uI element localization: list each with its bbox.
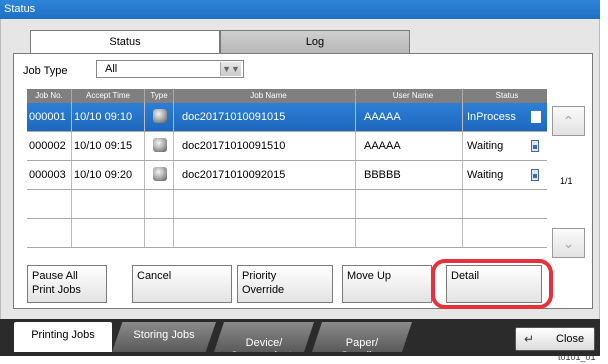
cell-empty <box>72 190 145 218</box>
header-user-name: User Name <box>356 89 463 103</box>
document-icon <box>531 140 539 152</box>
table-header: Job No. Accept Time Type Job Name User N… <box>27 89 547 103</box>
cell-accept-time: 10/10 09:10 <box>72 103 145 131</box>
printer-icon <box>153 109 167 123</box>
cancel-button[interactable]: Cancel <box>132 265 232 303</box>
figure-caption: t0101_01 <box>558 352 596 362</box>
tab-storing-jobs[interactable]: Storing Jobs <box>112 322 216 352</box>
cell-empty <box>72 219 145 247</box>
table-row[interactable]: 000001 10/10 09:10 doc20171010091015 AAA… <box>27 103 547 132</box>
cell-accept-time: 10/10 09:20 <box>72 161 145 189</box>
status-text: Waiting <box>467 169 504 181</box>
table-row-empty <box>27 219 547 248</box>
job-type-select[interactable]: All ▼▼ <box>96 60 244 78</box>
status-detail-icon <box>531 111 541 123</box>
cell-job-name: doc20171010091510 <box>174 132 356 160</box>
paper-label: Paper/ Supplies <box>340 337 384 362</box>
tab-log[interactable]: Log <box>220 30 410 54</box>
cell-user-name: AAAAA <box>356 103 463 131</box>
cell-job-name: doc20171010092015 <box>174 161 356 189</box>
storing-jobs-label: Storing Jobs <box>133 329 195 341</box>
cell-empty <box>356 219 463 247</box>
header-accept-time: Accept Time <box>72 89 145 103</box>
cell-empty <box>145 190 174 218</box>
move-up-label: Move Up <box>347 270 392 282</box>
cell-status: Waiting <box>463 161 547 189</box>
cell-status: InProcess <box>463 103 547 131</box>
cell-job-name: doc20171010091015 <box>174 103 356 131</box>
cell-empty <box>463 219 547 247</box>
close-label: Close <box>556 333 585 345</box>
job-type-label: Job Type <box>23 65 68 77</box>
table-row[interactable]: 000003 10/10 09:20 doc20171010092015 BBB… <box>27 161 547 190</box>
cancel-label: Cancel <box>137 270 172 282</box>
tab-printing-jobs[interactable]: Printing Jobs <box>14 322 112 352</box>
document-icon <box>531 169 539 181</box>
cell-job-no: 000003 <box>27 161 72 189</box>
close-button[interactable]: ↵ Close <box>515 327 595 351</box>
cell-empty <box>27 219 72 247</box>
priority-override-label: Priority Override <box>242 270 285 296</box>
job-type-value: All <box>105 63 118 75</box>
priority-override-button[interactable]: Priority Override <box>237 265 333 303</box>
pause-all-print-jobs-button[interactable]: Pause All Print Jobs <box>27 265 107 303</box>
table-row-empty <box>27 190 547 219</box>
cell-empty <box>356 190 463 218</box>
cell-user-name: BBBBB <box>356 161 463 189</box>
printer-icon <box>153 167 167 181</box>
cell-user-name: AAAAA <box>356 132 463 160</box>
device-label: Device/ Communicate <box>230 337 298 362</box>
window-title: Status <box>0 0 600 19</box>
table-row[interactable]: 000002 10/10 09:15 doc20171010091510 AAA… <box>27 132 547 161</box>
header-type: Type <box>145 89 174 103</box>
tab-device-communicate[interactable]: Device/ Communicate <box>214 322 314 352</box>
cell-empty <box>27 190 72 218</box>
chevron-down-icon: ▼▼ <box>220 62 241 76</box>
cell-type <box>145 161 174 189</box>
scroll-down-button[interactable]: ⌄ <box>552 228 585 258</box>
cell-empty <box>463 190 547 218</box>
cell-type <box>145 103 174 131</box>
cell-empty <box>174 219 356 247</box>
tab-paper-supplies[interactable]: Paper/ Supplies <box>312 322 412 352</box>
cell-empty <box>145 219 174 247</box>
cell-job-no: 000001 <box>27 103 72 131</box>
status-text: InProcess <box>467 111 516 123</box>
printer-icon <box>153 138 167 152</box>
status-text: Waiting <box>467 140 504 152</box>
detail-highlight-ring <box>431 259 553 309</box>
header-status: Status <box>495 91 519 100</box>
cell-status: Waiting <box>463 132 547 160</box>
enter-icon: ↵ <box>524 332 535 346</box>
cell-accept-time: 10/10 09:15 <box>72 132 145 160</box>
tab-status[interactable]: Status <box>30 30 220 54</box>
move-up-button[interactable]: Move Up <box>342 265 432 303</box>
page-indicator: 1/1 <box>560 176 573 186</box>
scroll-up-button[interactable]: ⌃ <box>552 106 585 136</box>
header-job-no: Job No. <box>27 89 72 103</box>
cell-job-no: 000002 <box>27 132 72 160</box>
header-job-name: Job Name <box>174 89 356 103</box>
pause-all-label: Pause All Print Jobs <box>32 270 81 296</box>
cell-empty <box>174 190 356 218</box>
cell-type <box>145 132 174 160</box>
